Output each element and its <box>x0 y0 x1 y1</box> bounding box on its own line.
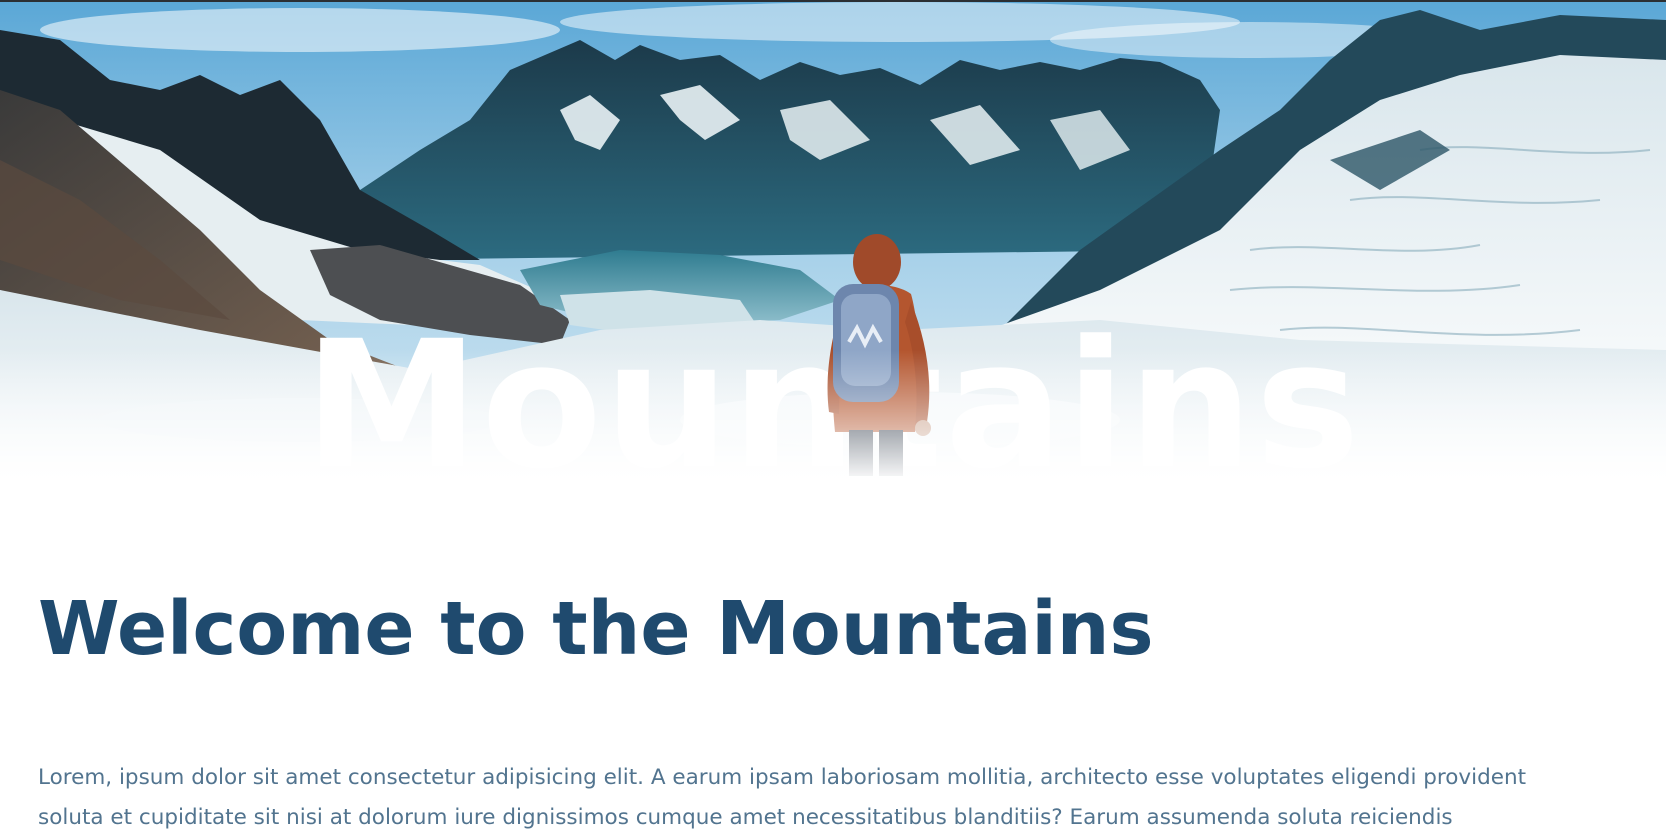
intro-line: soluta et cupiditate sit nisi at dolorum… <box>38 805 1453 830</box>
hero-fade-overlay <box>0 350 1666 520</box>
intro-paragraph: Lorem, ipsum dolor sit amet consectetur … <box>38 758 1666 838</box>
top-border <box>0 0 1666 2</box>
welcome-heading: Welcome to the Mountains <box>38 586 1154 672</box>
hero-section: Mountains <box>0 0 1666 520</box>
intro-line: Lorem, ipsum dolor sit amet consectetur … <box>38 765 1527 790</box>
